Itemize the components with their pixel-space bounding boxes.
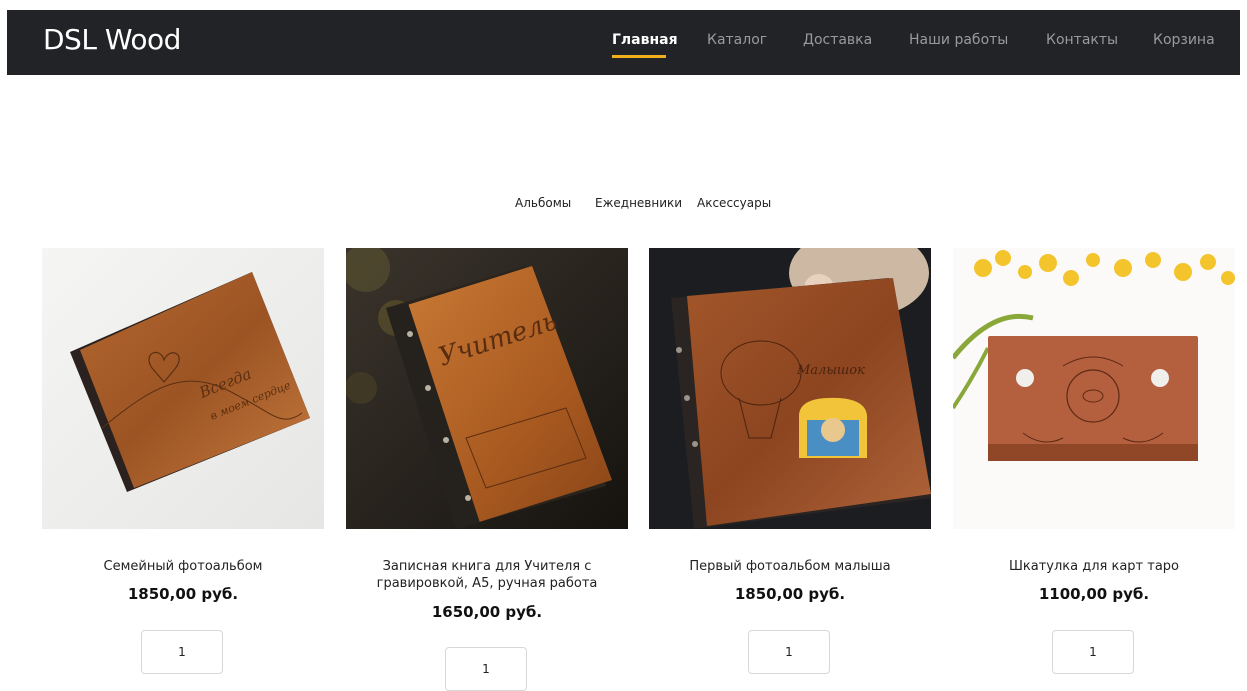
baby-album-image: Малышок [649, 248, 931, 529]
product-price: 1850,00 руб. [127, 585, 239, 603]
product-image[interactable]: Малышок [649, 248, 931, 529]
tab-planners[interactable]: Ежедневники [595, 196, 682, 210]
product-title[interactable]: Семейный фотоальбом [42, 558, 324, 575]
product-card: Учитель Записная книга для Учителя с гра… [346, 248, 628, 691]
quantity-input[interactable] [1052, 630, 1134, 674]
quantity-input[interactable] [445, 647, 527, 691]
photo-album-image: Всегда в моем сердце [42, 248, 324, 529]
nav-item-contacts[interactable]: Контакты [1046, 32, 1118, 48]
nav-item-our-works[interactable]: Наши работы [909, 32, 1008, 48]
product-image[interactable] [953, 248, 1235, 529]
quantity-input[interactable] [141, 630, 223, 674]
quantity-input[interactable] [748, 630, 830, 674]
product-price: 1850,00 руб. [734, 585, 846, 603]
product-image[interactable]: Учитель [346, 248, 628, 529]
tarot-box-image [953, 248, 1235, 529]
site-header: DSL Wood Главная Каталог Доставка Наши р… [7, 10, 1240, 75]
category-tabs: Альбомы Ежедневники Аксессуары [0, 196, 1247, 216]
product-price: 1650,00 руб. [431, 603, 543, 621]
notebook-image: Учитель [346, 248, 628, 529]
product-image[interactable]: Всегда в моем сердце [42, 248, 324, 529]
nav-item-delivery[interactable]: Доставка [803, 32, 872, 48]
product-price: 1100,00 руб. [1038, 585, 1150, 603]
nav-item-home[interactable]: Главная [612, 32, 678, 48]
tab-accessories[interactable]: Аксессуары [697, 196, 771, 210]
tab-albums[interactable]: Альбомы [515, 196, 571, 210]
site-logo[interactable]: DSL Wood [43, 23, 181, 56]
product-card: Шкатулка для карт таро 1100,00 руб. [953, 248, 1235, 674]
product-title[interactable]: Шкатулка для карт таро [953, 558, 1235, 575]
nav-active-indicator [612, 55, 666, 58]
product-card: Всегда в моем сердце Семейный фотоальбом… [42, 248, 324, 674]
product-title[interactable]: Первый фотоальбом малыша [649, 558, 931, 575]
product-title[interactable]: Записная книга для Учителя с гравировкой… [346, 558, 628, 592]
product-card: Малышок Первый фотоальбом малыша 1850,00… [649, 248, 931, 674]
nav-item-catalog[interactable]: Каталог [707, 32, 767, 48]
nav-item-cart[interactable]: Корзина [1153, 32, 1215, 48]
svg-text:Малышок: Малышок [796, 363, 865, 378]
